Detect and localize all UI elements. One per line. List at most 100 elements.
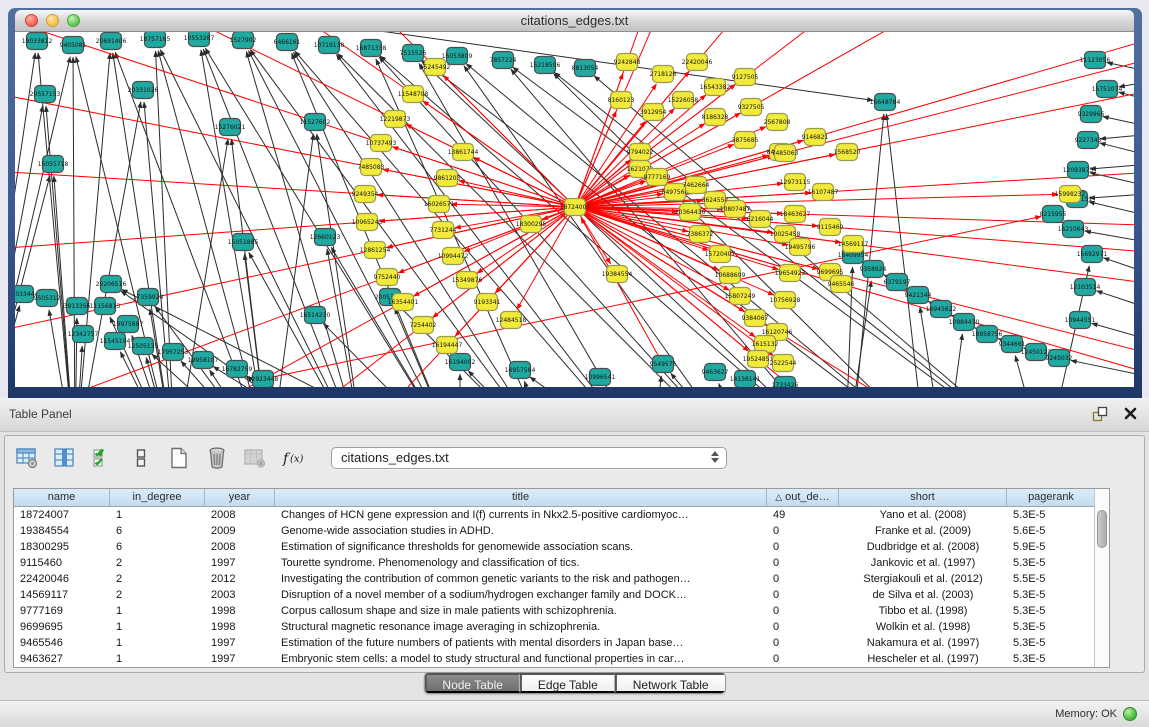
graph-node[interactable]: 7386372 — [687, 226, 714, 243]
graph-node[interactable]: 10756928 — [770, 292, 801, 309]
graph-node[interactable]: 15245492 — [420, 59, 451, 76]
graph-edge[interactable] — [1092, 323, 1134, 347]
graph-edge[interactable] — [443, 75, 575, 207]
graph-node[interactable]: 11123056 — [1080, 52, 1111, 69]
graph-edge[interactable] — [1100, 143, 1134, 162]
float-panel-icon[interactable] — [1091, 406, 1109, 424]
graph-node[interactable]: 16514230 — [300, 307, 331, 324]
graph-node[interactable]: 16026571 — [424, 196, 455, 213]
graph-node[interactable]: 20691406 — [96, 33, 127, 50]
row-height-icon[interactable] — [127, 444, 155, 472]
create-column-icon[interactable] — [89, 444, 117, 472]
column-header-pagerank[interactable]: pagerank — [1007, 489, 1094, 506]
graph-edge[interactable] — [414, 207, 575, 296]
close-panel-icon[interactable] — [1121, 406, 1139, 424]
graph-node[interactable]: 14136141 — [730, 371, 761, 388]
graph-edge[interactable] — [575, 84, 735, 207]
graph-node[interactable]: 9245032 — [1046, 350, 1073, 367]
graph-node[interactable]: 6216044 — [747, 211, 774, 228]
graph-node[interactable]: 8813054 — [572, 60, 599, 77]
graph-node[interactable]: 19495796 — [785, 239, 816, 256]
graph-node[interactable]: 2522544 — [770, 355, 797, 372]
graph-node[interactable]: 9465546 — [828, 276, 855, 293]
graph-node[interactable]: 8186328 — [702, 109, 729, 126]
memory-status-icon[interactable] — [1123, 707, 1137, 721]
graph-edge[interactable] — [581, 217, 663, 364]
graph-node[interactable]: 15720407 — [705, 246, 736, 263]
graph-node[interactable]: 7485063 — [772, 145, 799, 162]
graph-node[interactable]: 10994472 — [438, 248, 469, 265]
graph-node[interactable]: 9327505 — [738, 99, 765, 116]
column-header-year[interactable]: year — [205, 489, 275, 506]
graph-node[interactable]: 9329966 — [1078, 106, 1105, 123]
graph-node[interactable]: 14957584 — [505, 362, 536, 379]
graph-node[interactable]: 12342757 — [68, 326, 99, 343]
graph-node[interactable]: 9249354 — [352, 186, 379, 203]
graph-node[interactable]: 19384554 — [602, 266, 633, 283]
graph-node[interactable]: 18958756 — [972, 326, 1003, 343]
graph-node[interactable]: 20557153 — [30, 86, 61, 103]
show-columns-icon[interactable] — [51, 444, 79, 472]
tab-network-table[interactable]: Network Table — [615, 673, 725, 693]
graph-node[interactable]: 15751074 — [1092, 81, 1123, 98]
graph-edge[interactable] — [650, 376, 661, 387]
graph-edge[interactable] — [1089, 202, 1134, 222]
graph-edge[interactable] — [46, 106, 75, 387]
graph-node[interactable]: 9777169 — [644, 169, 671, 186]
table-mode-icon[interactable] — [13, 444, 41, 472]
column-header-short[interactable]: short — [839, 489, 1007, 506]
new-table-icon[interactable] — [165, 444, 193, 472]
graph-node[interactable]: 1527902 — [230, 32, 257, 49]
graph-node[interactable]: 16194447 — [432, 337, 463, 354]
graph-node[interactable]: 16871338 — [356, 40, 387, 57]
graph-node[interactable]: 16107487 — [808, 184, 839, 201]
graph-node[interactable]: 10737493 — [366, 135, 397, 152]
graph-edge[interactable] — [1096, 291, 1134, 317]
graph-node[interactable]: 9794022 — [627, 144, 654, 161]
graph-node[interactable]: 6466161 — [274, 34, 301, 51]
graph-node[interactable]: 9861203 — [434, 170, 461, 187]
graph-node[interactable]: 11545194 — [100, 333, 131, 350]
column-header-name[interactable]: name — [14, 489, 110, 506]
graph-node[interactable]: 15226058 — [668, 92, 699, 109]
graph-node[interactable]: 20364436 — [675, 204, 706, 221]
delete-table-icon[interactable] — [203, 444, 231, 472]
table-row[interactable]: 946554611997Estimation of the future num… — [14, 635, 1094, 651]
graph-node[interactable]: 15218506 — [530, 57, 561, 74]
graph-node[interactable]: 15807249 — [725, 288, 756, 305]
table-row[interactable]: 946362711997Embryonic stem cells: a mode… — [14, 651, 1094, 667]
graph-node[interactable]: 9384067 — [742, 310, 769, 327]
graph-node[interactable]: 8215955 — [1040, 206, 1067, 223]
graph-node[interactable]: 7462664 — [683, 177, 710, 194]
graph-node[interactable]: 8160123 — [608, 92, 635, 109]
graph-node[interactable]: 9358924 — [860, 261, 887, 278]
graph-node[interactable]: 12103514 — [1070, 279, 1101, 296]
table-scrollbar[interactable] — [1094, 489, 1109, 667]
graph-node[interactable]: 1733426 — [772, 377, 799, 388]
graph-node[interactable]: 10944551 — [1065, 312, 1096, 329]
graph-node[interactable]: 10719138 — [314, 37, 345, 54]
graph-node[interactable]: 18757165 — [140, 32, 171, 48]
graph-node[interactable]: 22420046 — [682, 54, 713, 71]
graph-node[interactable]: 9146821 — [802, 129, 829, 146]
graph-node[interactable]: 7515526 — [400, 45, 427, 62]
graph-edge[interactable] — [323, 324, 460, 387]
table-row[interactable]: 977716911998Corpus callosum shape and si… — [14, 603, 1094, 619]
graph-node[interactable]: 3875685 — [732, 132, 759, 149]
graph-edge[interactable] — [1071, 360, 1134, 382]
graph-node[interactable]: 19958107 — [188, 352, 219, 369]
graph-node[interactable]: 11156813 — [90, 298, 121, 315]
graph-edge[interactable] — [246, 52, 365, 387]
graph-node[interactable]: 2567808 — [764, 114, 791, 131]
graph-node[interactable]: 10996541 — [585, 369, 616, 386]
tab-node-table[interactable]: Node Table — [424, 673, 520, 693]
graph-node[interactable]: 12861254 — [360, 242, 391, 259]
graph-node[interactable]: 12505135 — [128, 338, 159, 355]
column-header-title[interactable]: title — [275, 489, 767, 506]
graph-node[interactable]: 12973115 — [780, 174, 811, 191]
graph-node[interactable]: 16543382 — [700, 79, 731, 96]
graph-edge[interactable] — [1100, 132, 1134, 139]
table-row[interactable]: 1830029562008Estimation of significance … — [14, 539, 1094, 555]
network-window-titlebar[interactable]: citations_edges.txt — [15, 10, 1134, 32]
tab-edge-table[interactable]: Edge Table — [520, 673, 615, 693]
